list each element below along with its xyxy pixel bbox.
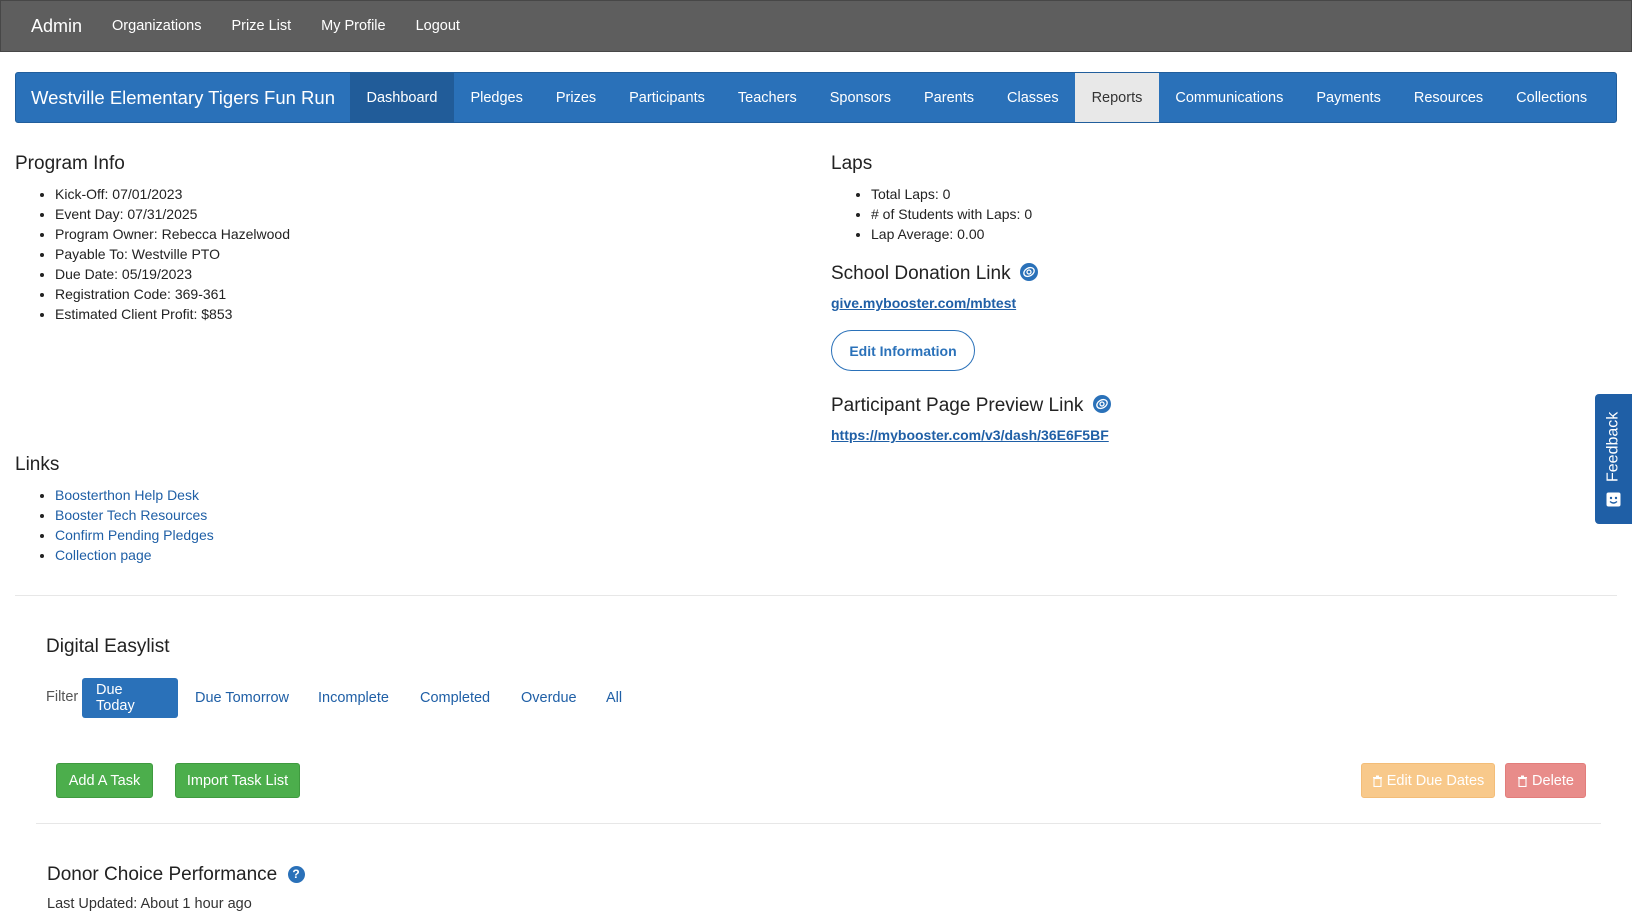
tab-participants[interactable]: Participants bbox=[613, 73, 722, 122]
delete-label: Delete bbox=[1532, 772, 1574, 789]
feedback-tab[interactable]: Feedback bbox=[1595, 394, 1632, 524]
nav-logout[interactable]: Logout bbox=[416, 18, 460, 34]
info-payable-to: Payable To: Westville PTO bbox=[55, 244, 290, 264]
info-kickoff: Kick-Off: 07/01/2023 bbox=[55, 184, 290, 204]
donor-choice-title-text: Donor Choice Performance bbox=[47, 864, 278, 885]
donor-choice-title: Donor Choice Performance ? bbox=[47, 864, 305, 886]
globe-icon bbox=[1092, 395, 1111, 413]
link-help-desk[interactable]: Boosterthon Help Desk bbox=[55, 487, 199, 503]
filter-all[interactable]: All bbox=[592, 678, 636, 718]
add-task-button[interactable]: Add A Task bbox=[56, 763, 153, 798]
section-divider bbox=[15, 595, 1617, 596]
program-title[interactable]: Westville Elementary Tigers Fun Run bbox=[16, 73, 350, 122]
globe-icon bbox=[1019, 263, 1038, 281]
filter-overdue[interactable]: Overdue bbox=[507, 678, 591, 718]
info-estimated-profit: Estimated Client Profit: $853 bbox=[55, 304, 290, 324]
nav-my-profile[interactable]: My Profile bbox=[321, 18, 385, 34]
laps-total: Total Laps: 0 bbox=[871, 184, 1032, 204]
feedback-smile-icon bbox=[1606, 492, 1621, 507]
admin-brand-link[interactable]: Admin bbox=[31, 16, 82, 37]
filter-due-tomorrow[interactable]: Due Tomorrow bbox=[181, 678, 303, 718]
tab-resources[interactable]: Resources bbox=[1397, 73, 1499, 122]
section-divider bbox=[36, 823, 1601, 824]
preview-link-url[interactable]: https://mybooster.com/v3/dash/36E6F5BF bbox=[831, 427, 1109, 443]
filter-completed[interactable]: Completed bbox=[406, 678, 504, 718]
laps-list: Total Laps: 0 # of Students with Laps: 0… bbox=[831, 184, 1032, 244]
trash-icon bbox=[1372, 775, 1382, 787]
laps-students: # of Students with Laps: 0 bbox=[871, 204, 1032, 224]
preview-link-title-text: Participant Page Preview Link bbox=[831, 395, 1084, 416]
program-info-list: Kick-Off: 07/01/2023 Event Day: 07/31/20… bbox=[15, 184, 290, 324]
tab-prizes[interactable]: Prizes bbox=[539, 73, 612, 122]
program-navbar: Westville Elementary Tigers Fun Run Dash… bbox=[15, 72, 1617, 123]
donation-link-url[interactable]: give.mybooster.com/mbtest bbox=[831, 295, 1016, 311]
filter-incomplete[interactable]: Incomplete bbox=[304, 678, 403, 718]
tab-pledges[interactable]: Pledges bbox=[454, 73, 539, 122]
laps-title: Laps bbox=[831, 153, 873, 174]
edit-due-dates-label: Edit Due Dates bbox=[1386, 772, 1485, 789]
link-tech-resources[interactable]: Booster Tech Resources bbox=[55, 507, 207, 523]
info-registration-code: Registration Code: 369-361 bbox=[55, 284, 290, 304]
edit-information-button[interactable]: Edit Information bbox=[831, 330, 975, 371]
info-due-date: Due Date: 05/19/2023 bbox=[55, 264, 290, 284]
links-list: Boosterthon Help Desk Booster Tech Resou… bbox=[15, 485, 214, 565]
help-icon[interactable]: ? bbox=[287, 866, 305, 883]
link-confirm-pledges[interactable]: Confirm Pending Pledges bbox=[55, 527, 214, 543]
filter-due-today[interactable]: Due Today bbox=[82, 678, 178, 718]
info-event-day: Event Day: 07/31/2025 bbox=[55, 204, 290, 224]
delete-button[interactable]: Delete bbox=[1505, 763, 1586, 798]
preview-link-title: Participant Page Preview Link bbox=[831, 395, 1111, 417]
tab-payments[interactable]: Payments bbox=[1300, 73, 1397, 122]
donation-link-title: School Donation Link bbox=[831, 263, 1038, 285]
easylist-title: Digital Easylist bbox=[46, 636, 170, 657]
tab-reports[interactable]: Reports bbox=[1075, 73, 1159, 122]
edit-due-dates-button[interactable]: Edit Due Dates bbox=[1361, 763, 1495, 798]
tab-sponsors[interactable]: Sponsors bbox=[813, 73, 907, 122]
feedback-label: Feedback bbox=[1604, 411, 1622, 483]
last-updated-text: Last Updated: About 1 hour ago bbox=[47, 896, 252, 912]
tab-classes[interactable]: Classes bbox=[991, 73, 1076, 122]
links-title: Links bbox=[15, 454, 60, 475]
tab-dashboard[interactable]: Dashboard bbox=[350, 73, 454, 122]
info-program-owner: Program Owner: Rebecca Hazelwood bbox=[55, 224, 290, 244]
tab-parents[interactable]: Parents bbox=[908, 73, 991, 122]
import-task-list-button[interactable]: Import Task List bbox=[175, 763, 300, 798]
filter-label: Filter bbox=[46, 689, 79, 705]
list-item: Boosterthon Help Desk bbox=[55, 485, 214, 505]
laps-average: Lap Average: 0.00 bbox=[871, 224, 1032, 244]
top-admin-bar: Admin Organizations Prize List My Profil… bbox=[0, 0, 1632, 52]
donation-link-title-text: School Donation Link bbox=[831, 263, 1011, 284]
link-collection-page[interactable]: Collection page bbox=[55, 547, 152, 563]
nav-prize-list[interactable]: Prize List bbox=[232, 18, 292, 34]
list-item: Booster Tech Resources bbox=[55, 505, 214, 525]
list-item: Collection page bbox=[55, 545, 214, 565]
tab-communications[interactable]: Communications bbox=[1159, 73, 1300, 122]
nav-organizations[interactable]: Organizations bbox=[112, 18, 201, 34]
tab-collections[interactable]: Collections bbox=[1500, 73, 1604, 122]
trash-icon bbox=[1518, 775, 1528, 787]
list-item: Confirm Pending Pledges bbox=[55, 525, 214, 545]
tab-teachers[interactable]: Teachers bbox=[721, 73, 813, 122]
program-info-title: Program Info bbox=[15, 153, 125, 174]
